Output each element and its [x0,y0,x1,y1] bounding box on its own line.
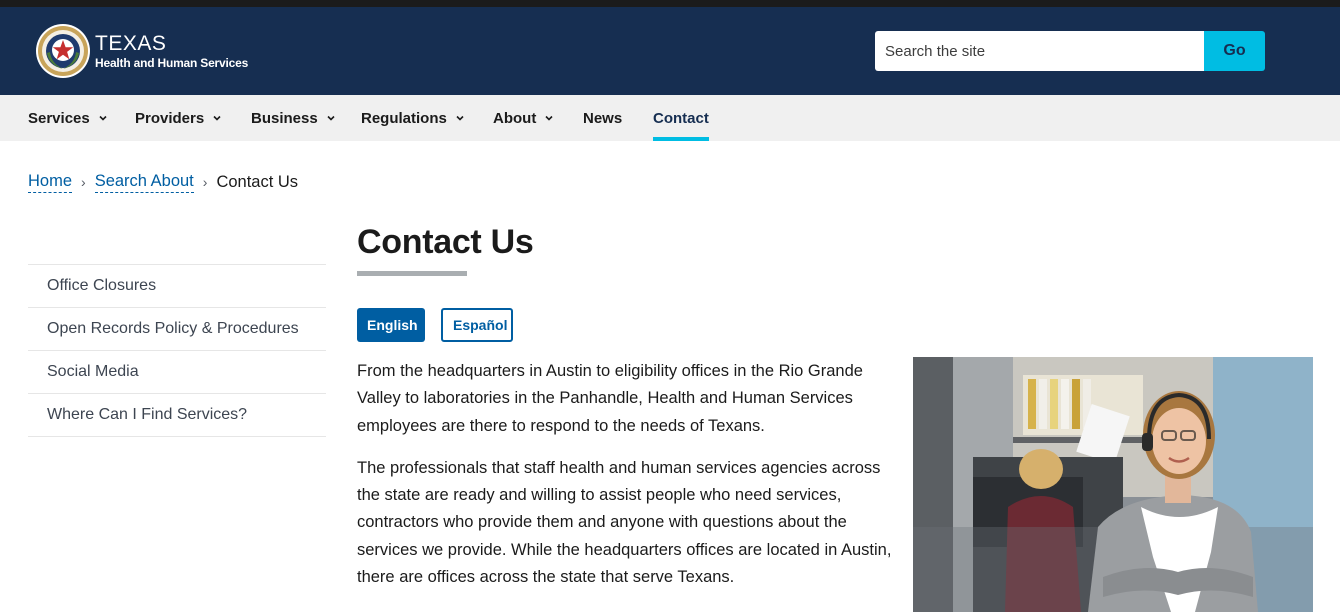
main-content: Contact Us English Español [357,222,1317,342]
logo-title: TEXAS [95,32,167,55]
nav-item-label: Providers [135,109,205,127]
nav-item-label: News [583,109,623,127]
site-header: TEXAS Health and Human Services Go [0,7,1340,95]
title-underline [357,270,467,276]
site-logo[interactable]: TEXAS Health and Human Services [35,23,248,79]
breadcrumb-current: Contact Us [216,172,299,191]
call-center-photo [913,357,1313,612]
paragraph: The professionals that staff health and … [357,458,892,587]
nav-item-label: Regulations [361,109,447,127]
nav-item-services[interactable]: Services [28,95,108,141]
side-nav-item-open-records[interactable]: Open Records Policy & Procedures [28,308,326,351]
espanol-button[interactable]: Español [441,307,513,342]
logo-subtitle: Health and Human Services [95,56,249,70]
call-center-image [913,357,1313,612]
nav-item-regulations[interactable]: Regulations [361,95,465,141]
side-nav-item-find-services[interactable]: Where Can I Find Services? [28,394,326,437]
breadcrumb-separator-icon: › [202,174,208,191]
side-nav-item-social-media[interactable]: Social Media [28,351,326,394]
nav-item-label: About [493,109,537,127]
side-nav: Office Closures Open Records Policy & Pr… [28,264,326,437]
chevron-down-icon [213,115,221,121]
breadcrumb-separator-icon: › [81,174,86,191]
chevron-down-icon [99,115,107,121]
breadcrumb: Home › Search About › Contact Us [28,172,298,193]
top-strip [0,0,1340,7]
nav-item-label: Services [28,109,90,127]
main-nav: Services Providers Business Regulations … [0,95,1340,141]
site-search: Go [875,31,1265,71]
nav-item-about[interactable]: About [493,95,554,141]
search-go-button[interactable]: Go [1204,31,1265,71]
breadcrumb-search-about-link[interactable]: Search About [94,172,194,193]
breadcrumb-home-link[interactable]: Home [28,172,73,193]
page-title: Contact Us [357,223,534,261]
nav-item-label: Contact [653,109,709,127]
chevron-down-icon [456,115,464,121]
paragraph: From the headquarters in Austin to eligi… [357,362,863,435]
chevron-down-icon [545,115,553,121]
search-input[interactable] [875,31,1204,71]
nav-item-business[interactable]: Business [251,95,336,141]
texas-seal-icon [36,24,90,78]
chevron-down-icon [327,115,335,121]
nav-item-label: Business [251,109,318,127]
nav-item-providers[interactable]: Providers [135,95,222,141]
intro-text: From the headquarters in Austin to eligi… [357,358,897,606]
english-button[interactable]: English [357,307,425,342]
side-nav-item-office-closures[interactable]: Office Closures [28,265,326,308]
logo-text: TEXAS Health and Human Services [95,33,248,69]
nav-item-news[interactable]: News [583,95,622,141]
language-toggle: English Español [357,307,1317,342]
nav-item-contact[interactable]: Contact [653,95,709,141]
